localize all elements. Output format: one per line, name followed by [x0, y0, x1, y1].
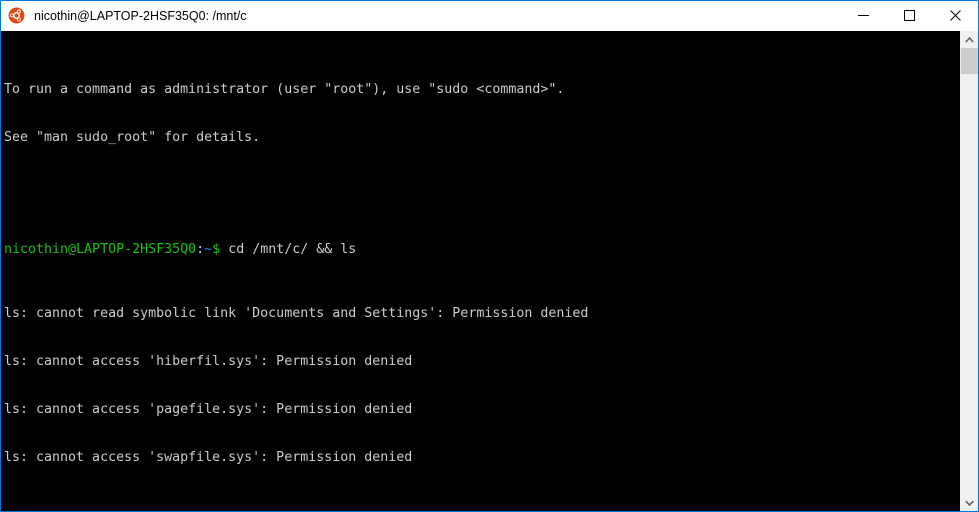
error-line: ls: cannot access 'pagefile.sys': Permis… — [4, 402, 413, 417]
prompt-colon: : — [196, 242, 205, 257]
error-line: ls: cannot access 'hiberfil.sys': Permis… — [4, 354, 413, 369]
error-line: ls: cannot access 'swapfile.sys': Permis… — [4, 450, 413, 465]
prompt-path: ~ — [204, 242, 213, 257]
title-bar[interactable]: nicothin@LAPTOP-2HSF35Q0: /mnt/c — [1, 1, 978, 31]
minimize-button[interactable] — [840, 1, 886, 30]
maximize-button[interactable] — [886, 1, 932, 30]
window-controls — [840, 1, 978, 30]
banner-line: See "man sudo_root" for details. — [4, 130, 261, 145]
window-title: nicothin@LAPTOP-2HSF35Q0: /mnt/c — [34, 8, 247, 23]
scroll-up-button[interactable] — [961, 31, 978, 48]
banner-line: To run a command as administrator (user … — [4, 82, 565, 97]
prompt-line-1: nicothin@LAPTOP-2HSF35Q0:~$ cd /mnt/c/ &… — [4, 242, 960, 258]
terminal-output[interactable]: To run a command as administrator (user … — [1, 31, 960, 511]
error-line: ls: cannot read symbolic link 'Documents… — [4, 306, 589, 321]
close-button[interactable] — [932, 1, 978, 30]
prompt-command: cd /mnt/c/ && ls — [220, 242, 357, 257]
terminal-window: nicothin@LAPTOP-2HSF35Q0: /mnt/c To run … — [0, 0, 979, 512]
scrollbar-track[interactable] — [961, 48, 978, 494]
scroll-down-button[interactable] — [961, 494, 978, 511]
prompt-user-host: nicothin@LAPTOP-2HSF35Q0 — [4, 242, 197, 257]
scrollbar-thumb[interactable] — [961, 48, 978, 74]
title-bar-left: nicothin@LAPTOP-2HSF35Q0: /mnt/c — [1, 7, 840, 24]
terminal-body: To run a command as administrator (user … — [1, 31, 978, 511]
vertical-scrollbar[interactable] — [960, 31, 978, 511]
ubuntu-icon — [8, 7, 25, 24]
prompt-sigil: $ — [212, 242, 221, 257]
